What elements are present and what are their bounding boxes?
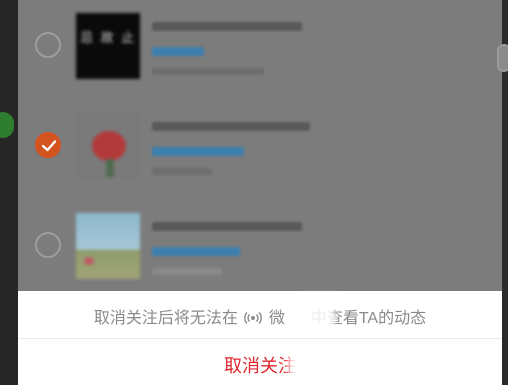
scroll-handle[interactable] — [497, 44, 508, 72]
check-icon — [41, 140, 57, 152]
item-subtitle-blurred — [152, 168, 212, 175]
item-title-blurred — [152, 22, 302, 31]
list-item[interactable] — [18, 95, 502, 195]
item-thumbnail — [76, 213, 140, 279]
item-tag-blurred — [152, 47, 204, 56]
unfollow-warning: 取消关注后将无法在 微中查看TA的动态 — [18, 304, 502, 330]
flower-shape — [84, 257, 94, 265]
item-thumbnail — [76, 113, 140, 179]
sheet-divider — [18, 338, 502, 339]
redaction-smudge — [288, 355, 308, 381]
broadcast-icon — [244, 311, 263, 330]
left-edge-panel — [0, 0, 18, 385]
select-radio[interactable] — [35, 32, 61, 58]
item-thumbnail: 忌 故 止 — [76, 13, 140, 79]
warning-app-name: 微 — [268, 310, 285, 327]
list-item[interactable]: 忌 故 止 — [18, 0, 502, 95]
select-radio-checked[interactable] — [35, 132, 61, 158]
side-badge — [0, 112, 14, 138]
screen: 忌 故 止 取消关注后将无法在 微 中查看TA的动态 取消关注 — [0, 0, 508, 385]
flower-shape — [92, 131, 126, 161]
item-title-blurred — [152, 222, 302, 231]
item-tag-blurred — [152, 147, 244, 156]
list-item[interactable] — [18, 195, 502, 295]
thumbnail-text: 忌 故 止 — [80, 30, 137, 45]
item-tag-blurred — [152, 247, 240, 256]
item-subtitle-blurred — [152, 68, 264, 75]
item-title-blurred — [152, 122, 310, 131]
unfollow-button[interactable]: 取消关注 — [18, 349, 502, 383]
select-radio[interactable] — [35, 232, 61, 258]
item-subtitle-blurred — [152, 268, 222, 275]
warning-text-start: 取消关注后将无法在 — [93, 310, 238, 327]
unfollow-action-sheet: 取消关注后将无法在 微中查看TA的动态 取消关注 — [18, 291, 502, 385]
redaction-smudge — [305, 295, 335, 331]
stem-shape — [106, 159, 114, 177]
